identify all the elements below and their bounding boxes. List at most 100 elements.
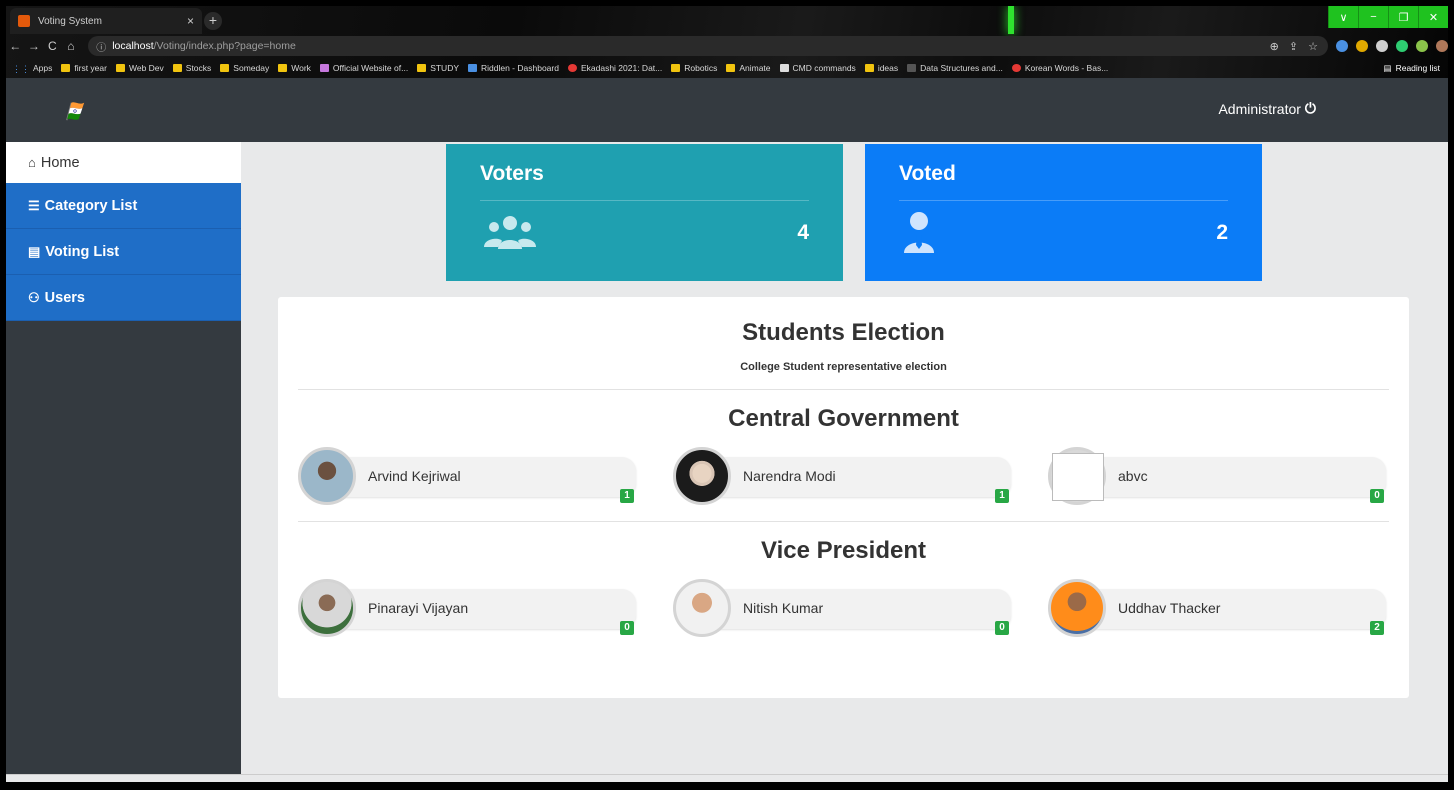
tab-bar: Voting System × + ∨ − ❐ ✕ bbox=[6, 6, 1448, 34]
bookmark-star-icon[interactable]: ☆ bbox=[1308, 40, 1318, 53]
user-name: Administrator bbox=[1218, 100, 1301, 117]
folder-icon bbox=[726, 64, 736, 72]
restore-button[interactable]: ❐ bbox=[1388, 6, 1418, 28]
extension-icon[interactable] bbox=[1415, 40, 1428, 52]
bookmark-item[interactable]: Official Website of... bbox=[319, 63, 408, 73]
candidate-card: Pinarayi Vijayan 0 bbox=[298, 579, 636, 637]
site-info-icon[interactable]: ⓘ bbox=[96, 39, 106, 54]
reading-list-button[interactable]: ▤ Reading list bbox=[1384, 63, 1440, 74]
bookmark-item[interactable]: Ekadashi 2021: Dat... bbox=[567, 63, 662, 73]
poll-icon: ▤ bbox=[28, 243, 41, 259]
browser-tab[interactable]: Voting System × bbox=[10, 8, 202, 34]
category-title: Vice President bbox=[761, 537, 926, 564]
main-content: Voters 4 Voted 2 Students Election Colle… bbox=[241, 142, 1448, 782]
folder-icon bbox=[172, 64, 182, 72]
bookmark-apps[interactable]: ⋮⋮ Apps bbox=[12, 63, 52, 74]
voted-card: Voted 2 bbox=[865, 144, 1262, 281]
election-title: Students Election bbox=[742, 319, 945, 346]
tab-title: Voting System bbox=[38, 15, 102, 27]
zoom-icon[interactable]: ⊕ bbox=[1270, 40, 1279, 53]
candidate-name: Arvind Kejriwal bbox=[368, 468, 461, 484]
candidate-card: Narendra Modi 1 bbox=[673, 447, 1011, 505]
candidate-avatar bbox=[673, 447, 731, 505]
url-host: localhost bbox=[112, 40, 154, 52]
extension-icon[interactable] bbox=[1335, 40, 1348, 52]
tab-favicon-icon bbox=[18, 15, 30, 27]
candidate-avatar bbox=[1048, 579, 1106, 637]
candidate-avatar bbox=[298, 579, 356, 637]
sidebar-item-label: Category List bbox=[44, 197, 138, 214]
bookmark-item[interactable]: STUDY bbox=[417, 63, 459, 73]
address-bar-actions: ⊕ ⇪ ☆ bbox=[1270, 40, 1328, 53]
sidebar-item-users[interactable]: ⚇ Users bbox=[6, 275, 241, 321]
candidate-name: Pinarayi Vijayan bbox=[368, 600, 469, 616]
candidate-name: Narendra Modi bbox=[743, 468, 836, 484]
election-card: Students Election College Student repres… bbox=[278, 297, 1409, 698]
folder-icon bbox=[61, 64, 71, 72]
reload-icon[interactable]: C bbox=[43, 39, 62, 53]
candidate-avatar bbox=[298, 447, 356, 505]
minimize-button[interactable]: − bbox=[1358, 6, 1388, 28]
flag-logo-icon bbox=[66, 102, 85, 121]
voters-card: Voters 4 bbox=[446, 144, 843, 281]
power-icon[interactable]: ⏻ bbox=[1305, 100, 1316, 117]
bookmark-item[interactable]: Riddlen - Dashboard bbox=[468, 63, 559, 73]
browser-toolbar: ← → C ⌂ ⓘ localhost /Voting/index.php?pa… bbox=[6, 35, 1448, 57]
bookmark-item[interactable]: CMD commands bbox=[779, 63, 856, 73]
bookmark-item[interactable]: Work bbox=[278, 63, 311, 73]
close-window-button[interactable]: ✕ bbox=[1418, 6, 1448, 28]
extension-icon[interactable] bbox=[1355, 40, 1368, 52]
folder-icon bbox=[115, 64, 125, 72]
vote-count-badge: 1 bbox=[995, 489, 1009, 503]
extension-icon[interactable] bbox=[1395, 40, 1408, 52]
category-title: Central Government bbox=[728, 405, 959, 432]
voters-title: Voters bbox=[480, 162, 809, 201]
bookmark-item[interactable]: Korean Words - Bas... bbox=[1011, 63, 1108, 73]
vote-count-badge: 0 bbox=[995, 621, 1009, 635]
sidebar: ⌂ Home ☰ Category List ▤ Voting List ⚇ U… bbox=[6, 142, 241, 782]
bookmark-item[interactable]: Stocks bbox=[172, 63, 211, 73]
list-icon: ☰ bbox=[28, 197, 40, 213]
bookmark-item[interactable]: ideas bbox=[864, 63, 898, 73]
folder-icon bbox=[220, 64, 230, 72]
tab-search-button[interactable]: ∨ bbox=[1328, 6, 1358, 28]
candidate-avatar bbox=[673, 579, 731, 637]
new-tab-button[interactable]: + bbox=[204, 12, 222, 30]
candidate-name: Nitish Kumar bbox=[743, 600, 824, 616]
address-bar[interactable]: ⓘ localhost /Voting/index.php?page=home … bbox=[88, 36, 1328, 56]
site-icon bbox=[468, 64, 477, 72]
horizontal-scrollbar[interactable] bbox=[6, 774, 1448, 782]
bookmark-item[interactable]: Web Dev bbox=[115, 63, 164, 73]
profile-avatar[interactable] bbox=[1435, 40, 1448, 52]
extension-icon[interactable] bbox=[1375, 40, 1388, 52]
share-icon[interactable]: ⇪ bbox=[1289, 40, 1298, 53]
broken-image-icon bbox=[1052, 453, 1104, 501]
top-navbar: Administrator ⏻ bbox=[6, 78, 1448, 142]
election-subtitle: College Student representative election bbox=[298, 361, 1389, 390]
home-browser-icon[interactable]: ⌂ bbox=[62, 39, 81, 53]
forward-icon[interactable]: → bbox=[25, 39, 44, 53]
bookmark-item[interactable]: Animate bbox=[726, 63, 771, 73]
back-icon[interactable]: ← bbox=[6, 39, 25, 53]
sidebar-item-category-list[interactable]: ☰ Category List bbox=[6, 183, 241, 229]
url-path: /Voting/index.php?page=home bbox=[153, 40, 296, 52]
home-icon: ⌂ bbox=[28, 155, 36, 170]
sidebar-item-home[interactable]: ⌂ Home bbox=[6, 142, 241, 183]
vote-count-badge: 1 bbox=[620, 489, 634, 503]
user-menu[interactable]: Administrator ⏻ bbox=[1218, 100, 1316, 117]
bookmark-item[interactable]: Robotics bbox=[671, 63, 717, 73]
voted-count: 2 bbox=[1216, 221, 1228, 244]
candidate-name: Uddhav Thacker bbox=[1118, 600, 1221, 616]
vote-count-badge: 2 bbox=[1370, 621, 1384, 635]
candidate-card: Nitish Kumar 0 bbox=[673, 579, 1011, 637]
bookmark-item[interactable]: first year bbox=[61, 63, 107, 73]
vote-count-badge: 0 bbox=[1370, 489, 1384, 503]
reading-list-icon: ▤ bbox=[1383, 62, 1392, 73]
apps-grid-icon: ⋮⋮ bbox=[12, 64, 30, 74]
candidate-row: Pinarayi Vijayan 0 Nitish Kumar 0 Uddhav… bbox=[298, 579, 1389, 653]
sidebar-item-voting-list[interactable]: ▤ Voting List bbox=[6, 229, 241, 275]
bookmark-item[interactable]: Someday bbox=[220, 63, 269, 73]
bookmarks-bar: ⋮⋮ Apps first year Web Dev Stocks Someday… bbox=[6, 58, 1448, 78]
bookmark-item[interactable]: Data Structures and... bbox=[907, 63, 1003, 73]
tab-close-icon[interactable]: × bbox=[187, 14, 194, 28]
